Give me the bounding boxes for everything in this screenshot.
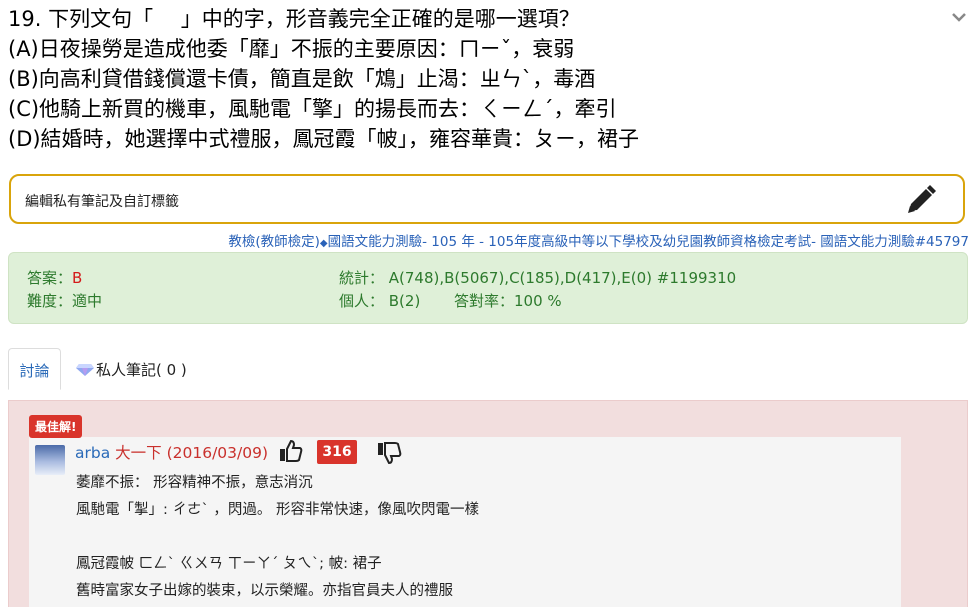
thumbs-up-icon[interactable]	[279, 439, 303, 463]
pencil-icon[interactable]	[905, 185, 937, 215]
avatar[interactable]	[35, 445, 65, 475]
option-c: (C)他騎上新買的機車，風馳電「擎」的揚長而去：ㄑㄧㄥˊ，牽引	[8, 97, 617, 121]
source-breadcrumb[interactable]: 教檢(教師檢定)◆國語文能力測驗- 105 年 - 105年度高級中等以下學校及…	[228, 230, 969, 250]
tab-private-notes[interactable]: 私人筆記( 0 )	[76, 348, 187, 390]
option-d: (D)結婚時，她選擇中式禮服，鳳冠霞「帔」，雍容華貴：ㄆㄧ，裙子	[8, 127, 640, 151]
gem-icon	[76, 364, 94, 376]
option-b: (B)向高利貸借錢償還卡債，簡直是飲「鴆」止渴：ㄓㄣˋ，毒酒	[8, 67, 596, 91]
answer-field: 答案：B	[27, 267, 82, 288]
author-level-date: 大一下 (2016/03/09)	[115, 444, 269, 462]
answer-line: 萎靡不振： 形容精神不振，意志消沉	[76, 475, 313, 491]
difficulty: 難度：適中	[27, 292, 103, 310]
answer-stats-panel: 答案：B 難度：適中 統計： A(748),B(5067),C(185),D(4…	[8, 252, 968, 324]
answer-line: 風馳電「掣」: ㄔㄜˋ ，閃過。 形容非常快速，像風吹閃電一樣	[76, 502, 479, 518]
source-category[interactable]: 教檢(教師檢定)	[228, 234, 320, 250]
option-a: (A)日夜操勞是造成他委「靡」不振的主要原因：ㄇㄧˇ，衰弱	[8, 37, 575, 61]
question-stem: 19. 下列文句「 」中的字，形音義完全正確的是哪一選項？	[8, 7, 580, 31]
answer-author-line: arba 大一下 (2016/03/09)	[75, 441, 268, 463]
accuracy-rate: 答對率：100 %	[454, 292, 562, 310]
statistics: 統計： A(748),B(5067),C(185),D(417),E(0) #1…	[339, 269, 737, 287]
note-label: 編輯私有筆記及自訂標籤	[25, 194, 179, 210]
answer-label: 答案：	[27, 269, 73, 287]
question-block: 19. 下列文句「 」中的字，形音義完全正確的是哪一選項？ (A)日夜操勞是造成…	[8, 4, 948, 154]
thumbs-down-icon[interactable]	[377, 441, 403, 465]
likes-count: 316	[317, 440, 357, 464]
answer-line: 鳳冠霞帔 ㄈㄥˋ ㄍㄨㄢ ㄒㄧㄚˊ ㄆㄟˋ; 帔: 裙子	[76, 556, 382, 572]
best-answer-badge: 最佳解!	[29, 415, 83, 438]
source-exam[interactable]: 國語文能力測驗- 105 年 - 105年度高級中等以下學校及幼兒園教師資格檢定…	[328, 234, 969, 250]
author-name[interactable]: arba	[75, 444, 110, 462]
answer-value: B	[72, 269, 83, 287]
question-page: 19. 下列文句「 」中的字，形音義完全正確的是哪一選項？ (A)日夜操勞是造成…	[0, 0, 975, 607]
diamond-separator-icon: ◆	[319, 238, 328, 249]
discussion-panel: arba 大一下 (2016/03/09) 316 萎靡不振： 形容精神不振，意…	[8, 400, 968, 607]
private-note-editor[interactable]: 編輯私有筆記及自訂標籤	[9, 174, 965, 224]
tab-discussion[interactable]: 討論	[8, 348, 61, 390]
tab-private-notes-label: 私人筆記( 0 )	[96, 361, 187, 379]
chevron-down-icon[interactable]	[951, 10, 967, 24]
personal-record: 個人： B(2)	[339, 292, 421, 310]
answer-line: 舊時富家女子出嫁的裝束，以示榮耀。亦指官員夫人的禮服	[76, 583, 453, 599]
tab-bar: 討論 私人筆記( 0 )	[8, 348, 968, 390]
best-answer-card: arba 大一下 (2016/03/09) 316 萎靡不振： 形容精神不振，意…	[29, 437, 901, 607]
